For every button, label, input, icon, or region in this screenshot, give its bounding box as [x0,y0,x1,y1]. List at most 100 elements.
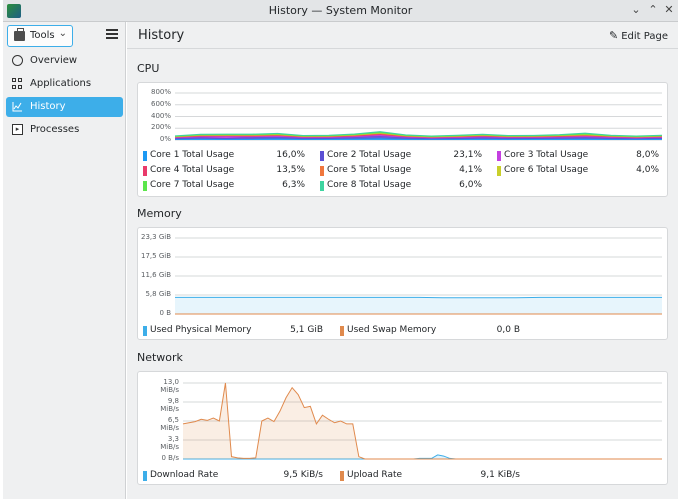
y-tick-label: 23,3 GiB [141,233,171,241]
network-section-title: Network [137,351,183,364]
edit-page-label: Edit Page [621,31,668,42]
legend-label: Core 5 Total Usage [327,165,412,175]
legend-value: 4,0% [636,165,659,175]
legend-value: 5,1 GiB [290,325,323,335]
y-tick-label: 3,3 MiB/s [160,435,179,451]
legend-label: Core 6 Total Usage [504,165,589,175]
tools-label: Tools [30,30,55,41]
legend-swatch [143,326,147,336]
legend-item: Core 2 Total Usage 23,1% [320,150,482,162]
legend-item: Core 1 Total Usage 16,0% [143,150,305,162]
page-title: History [138,28,185,43]
toolbox-icon [14,28,25,41]
legend-swatch [320,166,324,176]
sidebar-item-label: History [30,101,66,112]
sidebar-item-label: Processes [30,124,80,135]
legend-label: Used Physical Memory [150,325,252,335]
legend-swatch [320,181,324,191]
network-chart-card: 13,0 MiB/s 9,8 MiB/s 6,5 MiB/s 3,3 MiB/s 0 B… [137,371,668,485]
legend-swatch [340,326,344,336]
hamburger-menu-icon[interactable] [106,29,118,39]
legend-label: Download Rate [150,470,219,480]
sidebar: Tools ⌄ Overview Applications History ▸ … [3,22,126,499]
y-tick-label: 600% [150,99,171,108]
legend-label: Upload Rate [347,470,403,480]
sidebar-item-label: Applications [30,78,92,89]
chevron-down-icon: ⌄ [58,28,67,39]
cpu-chart-card: 800% 600% 400% 200% 0% Core 1 Total Usage 16,0… [137,82,668,197]
y-tick-label: 0 B/s [161,454,180,462]
gauge-icon [12,55,23,66]
legend-label: Used Swap Memory [347,325,437,335]
history-chart-icon [12,101,23,112]
legend-value: 23,1% [453,150,482,160]
legend-item: Core 3 Total Usage 8,0% [497,150,659,162]
legend-value: 9,5 KiB/s [283,470,323,480]
legend-label: Core 3 Total Usage [504,150,589,160]
edit-page-button[interactable]: ✎ Edit Page [609,29,668,42]
window-title: History — System Monitor [268,4,413,17]
y-tick-label: 6,5 MiB/s [160,416,179,432]
tools-menu-button[interactable]: Tools ⌄ [7,25,73,47]
legend-value: 9,1 KiB/s [480,470,520,480]
legend-value: 13,5% [276,165,305,175]
memory-plot [175,237,662,315]
y-tick-label: 5,8 GiB [145,290,171,298]
legend-value: 16,0% [276,150,305,160]
legend-item: Core 7 Total Usage 6,3% [143,180,305,192]
y-tick-label: 11,6 GiB [141,271,171,279]
legend-swatch [497,151,501,161]
memory-chart-card: 23,3 GiB 17,5 GiB 11,6 GiB 5,8 GiB 0 B Used P… [137,227,668,340]
y-tick-label: 200% [150,123,171,132]
legend-swatch [320,151,324,161]
legend-value: 8,0% [636,150,659,160]
sidebar-item-history[interactable]: History [6,97,123,117]
legend-value: 6,0% [459,180,482,190]
y-tick-label: 17,5 GiB [141,252,171,260]
legend-swatch [497,166,501,176]
y-tick-label: 800% [150,88,171,96]
network-plot [182,382,662,460]
legend-label: Core 4 Total Usage [150,165,235,175]
sidebar-nav: Overview Applications History ▸ Processe… [6,51,123,143]
pencil-icon: ✎ [609,29,619,42]
legend-item: Core 6 Total Usage 4,0% [497,165,659,177]
maximize-icon[interactable]: ⌃ [646,3,660,17]
legend-item: Download Rate 9,5 KiB/s [143,470,323,482]
y-tick-label: 0 B [159,309,171,317]
main-content: History ✎ Edit Page CPU 800% 600% 400% 200% 0… [127,22,678,499]
legend-swatch [143,471,147,481]
legend-swatch [143,166,147,176]
legend-label: Core 8 Total Usage [327,180,412,190]
legend-item: Core 8 Total Usage 6,0% [320,180,482,192]
legend-item: Core 4 Total Usage 13,5% [143,165,305,177]
terminal-icon: ▸ [12,124,23,135]
sidebar-item-applications[interactable]: Applications [6,74,123,94]
sidebar-item-processes[interactable]: ▸ Processes [6,120,123,140]
page-header: History ✎ Edit Page [127,22,678,49]
memory-section-title: Memory [137,207,182,220]
legend-value: 6,3% [282,180,305,190]
sidebar-item-overview[interactable]: Overview [6,51,123,71]
legend-label: Core 7 Total Usage [150,180,235,190]
legend-item: Used Physical Memory 5,1 GiB [143,325,323,337]
legend-value: 4,1% [459,165,482,175]
cpu-section-title: CPU [137,62,160,75]
legend-item: Core 5 Total Usage 4,1% [320,165,482,177]
close-icon[interactable]: ✕ [662,3,676,17]
series-area-0 [175,297,662,314]
window-titlebar[interactable]: History — System Monitor ⌄ ⌃ ✕ [3,0,678,22]
y-tick-label: 0% [159,135,171,143]
legend-label: Core 2 Total Usage [327,150,412,160]
y-tick-label: 9,8 MiB/s [160,397,179,413]
legend-swatch [143,151,147,161]
sidebar-item-label: Overview [30,55,78,66]
legend-label: Core 1 Total Usage [150,150,235,160]
legend-item: Used Swap Memory 0,0 B [340,325,520,337]
legend-item: Upload Rate 9,1 KiB/s [340,470,520,482]
y-tick-label: 13,0 MiB/s [160,378,179,394]
legend-swatch [340,471,344,481]
applications-grid-icon [12,78,23,89]
minimize-icon[interactable]: ⌄ [629,3,643,17]
legend-value: 0,0 B [496,325,520,335]
